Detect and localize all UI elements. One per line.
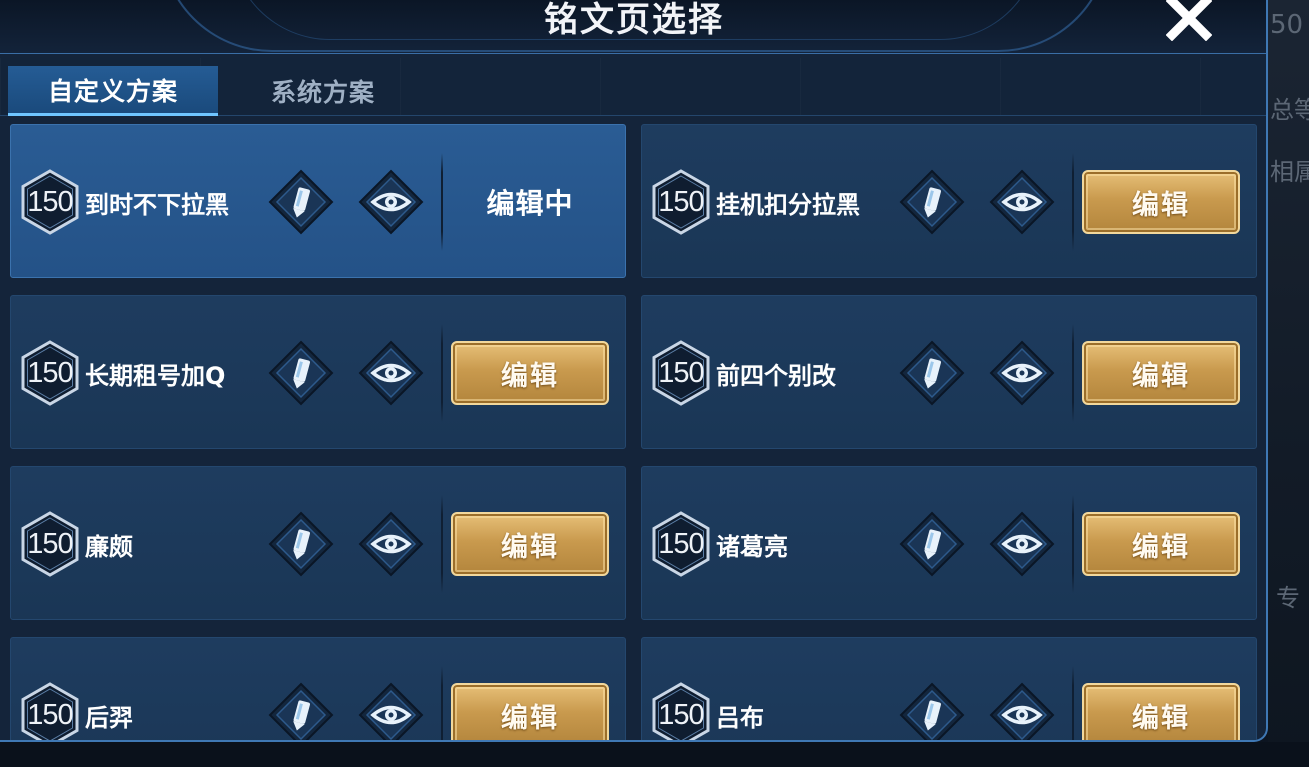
pencil-icon (268, 682, 334, 740)
card-divider (1072, 153, 1074, 251)
rune-page-dialog: 铭文页选择 自定义方案 系统方案 150 到时不下拉黑 编辑中 150 挂机扣分… (0, 0, 1268, 742)
card-divider (1072, 666, 1074, 740)
eye-icon (989, 169, 1055, 235)
preview-button[interactable] (989, 682, 1055, 740)
eye-icon (358, 511, 424, 577)
rename-button[interactable] (268, 511, 334, 577)
card-divider (441, 666, 443, 740)
card-divider (441, 153, 443, 251)
edit-button[interactable]: 编辑 (1082, 683, 1240, 740)
background-total-text: 总等 (1270, 96, 1309, 124)
plan-level: 150 (27, 185, 73, 218)
edit-button[interactable]: 编辑 (1082, 512, 1240, 576)
preview-button[interactable] (989, 511, 1055, 577)
card-divider (1072, 324, 1074, 422)
eye-icon (358, 340, 424, 406)
rename-button[interactable] (899, 169, 965, 235)
edit-button[interactable]: 编辑 (451, 512, 609, 576)
plan-level: 150 (27, 356, 73, 389)
preview-button[interactable] (989, 169, 1055, 235)
rename-button[interactable] (268, 340, 334, 406)
plan-level: 150 (658, 698, 704, 731)
pencil-icon (268, 340, 334, 406)
plan-level: 150 (658, 356, 704, 389)
preview-button[interactable] (989, 340, 1055, 406)
eye-icon (358, 169, 424, 235)
close-icon (1166, 0, 1212, 41)
edit-button[interactable]: 编辑 (451, 683, 609, 740)
card-divider (1072, 495, 1074, 593)
card-divider (441, 495, 443, 593)
background-level-text: 50 (1270, 10, 1304, 40)
preview-button[interactable] (358, 169, 424, 235)
plan-name: 后羿 (85, 703, 133, 732)
pencil-icon (899, 511, 965, 577)
plan-level: 150 (27, 527, 73, 560)
pencil-icon (899, 682, 965, 740)
dialog-title: 铭文页选择 (544, 0, 724, 40)
plan-name: 挂机扣分拉黑 (716, 190, 860, 219)
pencil-icon (268, 511, 334, 577)
eye-icon (989, 511, 1055, 577)
plan-name: 长期租号加Q (85, 361, 226, 390)
plan-card[interactable]: 150 前四个别改 编辑 (641, 295, 1257, 449)
plan-card[interactable]: 150 吕布 编辑 (641, 637, 1257, 740)
rename-button[interactable] (899, 682, 965, 740)
eye-icon (358, 682, 424, 740)
rename-button[interactable] (899, 511, 965, 577)
close-button[interactable] (1160, 0, 1218, 44)
plan-name: 吕布 (716, 703, 764, 732)
tab-label: 自定义方案 (47, 76, 178, 106)
plan-name: 诸葛亮 (716, 532, 788, 561)
editing-status-label: 编辑中 (486, 187, 574, 220)
plan-name: 廉颇 (85, 532, 133, 561)
background-special-text: 专 (1276, 584, 1300, 612)
preview-button[interactable] (358, 340, 424, 406)
plan-name: 前四个别改 (716, 361, 836, 390)
dialog-header: 铭文页选择 (0, 0, 1266, 54)
rename-button[interactable] (899, 340, 965, 406)
preview-button[interactable] (358, 511, 424, 577)
plan-level: 150 (27, 698, 73, 731)
plan-card[interactable]: 150 廉颇 编辑 (10, 466, 626, 620)
plan-name: 到时不下拉黑 (85, 190, 229, 219)
plan-card[interactable]: 150 到时不下拉黑 编辑中 (10, 124, 626, 278)
eye-icon (989, 340, 1055, 406)
background-attr-text: 相属 (1270, 158, 1309, 186)
pencil-icon (899, 169, 965, 235)
plan-card[interactable]: 150 挂机扣分拉黑 编辑 (641, 124, 1257, 278)
tab-custom-plans[interactable]: 自定义方案 (8, 66, 218, 116)
plan-card[interactable]: 150 长期租号加Q 编辑 (10, 295, 626, 449)
tab-system-plans[interactable]: 系统方案 (218, 66, 428, 116)
pencil-icon (268, 169, 334, 235)
rename-button[interactable] (268, 682, 334, 740)
plan-level: 150 (658, 185, 704, 218)
preview-button[interactable] (358, 682, 424, 740)
edit-button[interactable]: 编辑 (451, 341, 609, 405)
rename-button[interactable] (268, 169, 334, 235)
eye-icon (989, 682, 1055, 740)
edit-button[interactable]: 编辑 (1082, 341, 1240, 405)
plan-level: 150 (658, 527, 704, 560)
plan-tab-bar: 自定义方案 系统方案 (0, 58, 1266, 116)
plan-card[interactable]: 150 后羿 编辑 (10, 637, 626, 740)
tab-label: 系统方案 (270, 78, 375, 107)
plan-card[interactable]: 150 诸葛亮 编辑 (641, 466, 1257, 620)
card-divider (441, 324, 443, 422)
background-bottom-strip (0, 742, 1309, 767)
edit-button[interactable]: 编辑 (1082, 170, 1240, 234)
pencil-icon (899, 340, 965, 406)
